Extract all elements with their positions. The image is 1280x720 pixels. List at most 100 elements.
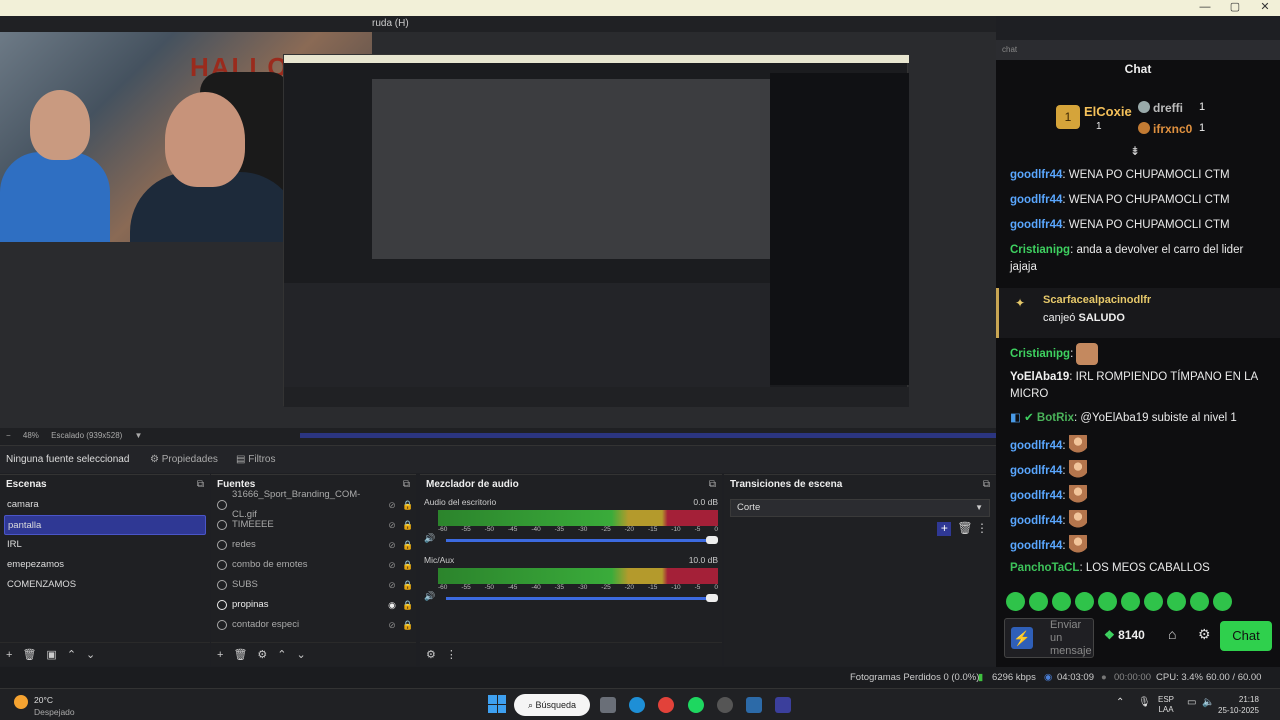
emote-icon[interactable] xyxy=(1167,592,1186,611)
slider-handle[interactable] xyxy=(706,536,718,544)
lock-icon[interactable]: 🔒 xyxy=(400,615,416,635)
chevron-down-icon[interactable]: ⌄ xyxy=(86,649,95,661)
rank-3-name[interactable]: ifrxnc0 xyxy=(1153,122,1192,136)
eye-slash-icon[interactable]: ⊘ xyxy=(384,555,400,575)
lock-icon[interactable]: 🔒 xyxy=(400,515,416,535)
eye-icon[interactable]: ◉ xyxy=(384,595,400,615)
lock-icon[interactable]: 🔒 xyxy=(400,535,416,555)
horizontal-scrollbar[interactable] xyxy=(300,433,996,438)
trash-icon[interactable]: 🗑 xyxy=(233,649,247,661)
chat-username[interactable]: goodlfr44 xyxy=(1010,440,1062,452)
scene-item-comenzamos[interactable]: COMENZAMOS xyxy=(0,575,210,595)
chat-username[interactable]: goodlfr44 xyxy=(1010,169,1062,181)
expand-leaderboard-icon[interactable]: ⇟ xyxy=(1130,144,1140,158)
store-icon[interactable]: ⌂ xyxy=(1168,626,1176,642)
source-item[interactable]: redes ⊘ 🔒 xyxy=(211,535,416,555)
lock-icon[interactable]: 🔒 xyxy=(400,575,416,595)
source-item[interactable]: combo de emotes ⊘ 🔒 xyxy=(211,555,416,575)
emote-icon[interactable] xyxy=(1006,592,1025,611)
source-item[interactable]: contador especi ⊘ 🔒 xyxy=(211,615,416,635)
source-item[interactable]: TIMEEEE ⊘ 🔒 xyxy=(211,515,416,535)
menu-help[interactable]: ruda (H) xyxy=(372,18,409,29)
spotify-icon[interactable] xyxy=(688,697,704,713)
chat-username[interactable]: Cristianipg xyxy=(1010,244,1070,256)
minimize-button[interactable]: — xyxy=(1190,0,1220,16)
volume-icon[interactable]: 🔈 xyxy=(1202,697,1214,708)
zoom-out-button[interactable]: − xyxy=(6,431,11,440)
eye-slash-icon[interactable]: ⊘ xyxy=(384,495,400,515)
gear-icon[interactable]: ⚙ xyxy=(1198,626,1211,643)
weather-widget[interactable]: 20°C Despejado xyxy=(14,693,114,719)
emote-icon[interactable] xyxy=(1029,592,1048,611)
chevron-down-icon[interactable]: ⌄ xyxy=(297,649,306,661)
chat-username[interactable]: goodlfr44 xyxy=(1010,515,1062,527)
advanced-audio-icon[interactable]: ⚙ xyxy=(426,649,436,661)
chat-username[interactable]: goodlfr44 xyxy=(1010,490,1062,502)
source-item[interactable]: 31666_Sport_Branding_COM-CL.gif ⊘ 🔒 xyxy=(211,489,416,520)
popout-icon[interactable]: ⧉ xyxy=(983,475,990,495)
maximize-button[interactable]: ▢ xyxy=(1220,0,1250,16)
streamer-app-icon[interactable] xyxy=(775,697,791,713)
source-item[interactable]: propinas ◉ 🔒 xyxy=(211,595,416,615)
add-icon[interactable]: + xyxy=(937,522,952,536)
chat-username[interactable]: Cristianipg xyxy=(1010,348,1070,360)
microphone-icon[interactable]: 🎙 xyxy=(1138,697,1151,708)
preview-canvas[interactable]: HALLOWEEN xyxy=(0,32,996,428)
app-icon[interactable] xyxy=(746,697,762,713)
eye-slash-icon[interactable]: ⊘ xyxy=(384,515,400,535)
chat-username[interactable]: goodlfr44 xyxy=(1010,194,1062,206)
speaker-icon[interactable]: 🔊 xyxy=(424,533,435,544)
edge-icon[interactable] xyxy=(629,697,645,713)
source-item[interactable]: SUBS ⊘ 🔒 xyxy=(211,575,416,595)
eye-slash-icon[interactable]: ⊘ xyxy=(384,575,400,595)
chat-input[interactable]: ⚡ Enviar un mensaje xyxy=(1004,618,1094,658)
task-view-icon[interactable] xyxy=(600,697,616,713)
scene-item-camara[interactable]: camara xyxy=(0,495,210,515)
chevron-up-icon[interactable]: ⌃ xyxy=(67,649,76,661)
emote-icon[interactable] xyxy=(1213,592,1232,611)
chat-username[interactable]: BotRix xyxy=(1037,412,1074,424)
chevron-down-icon[interactable]: ▼ xyxy=(135,431,143,440)
emote-icon[interactable] xyxy=(1098,592,1117,611)
scale-label[interactable]: Escalado (939x528) xyxy=(51,431,122,440)
lock-icon[interactable]: 🔒 xyxy=(400,495,416,515)
chat-username[interactable]: YoElAba19 xyxy=(1010,371,1069,383)
chat-username[interactable]: goodlfr44 xyxy=(1010,465,1062,477)
volume-slider[interactable]: 🔊 xyxy=(424,533,718,545)
chat-address-bar[interactable]: chat xyxy=(996,40,1280,60)
properties-button[interactable]: ⚙ Propiedades xyxy=(150,446,218,474)
channel-points[interactable]: ❖ 8140 xyxy=(1104,628,1145,642)
eye-slash-icon[interactable]: ⊘ xyxy=(384,535,400,555)
filter-icon[interactable]: ▣ xyxy=(46,649,56,661)
emote-icon[interactable] xyxy=(1052,592,1071,611)
popout-icon[interactable]: ⧉ xyxy=(709,475,716,495)
chevron-up-icon[interactable]: ⌃ xyxy=(277,649,286,661)
rank-2-name[interactable]: dreffi xyxy=(1153,101,1183,115)
emote-icon[interactable] xyxy=(1190,592,1209,611)
emote-icon[interactable] xyxy=(1121,592,1140,611)
add-icon[interactable]: + xyxy=(6,649,12,661)
trash-icon[interactable]: 🗑 xyxy=(957,521,976,535)
chevron-up-icon[interactable]: ⌃ xyxy=(1116,697,1124,708)
close-button[interactable]: ✕ xyxy=(1250,0,1280,16)
language-indicator[interactable]: ESP LAA xyxy=(1158,695,1174,715)
network-icon[interactable]: ▭ xyxy=(1187,697,1196,708)
scene-item-pantalla[interactable]: pantalla xyxy=(4,515,206,535)
rank-1-name[interactable]: ElCoxie xyxy=(1084,104,1132,119)
emote-icon[interactable] xyxy=(1144,592,1163,611)
menu-dots-icon[interactable]: ⋮ xyxy=(446,649,457,661)
volume-slider[interactable]: 🔊 xyxy=(424,591,718,603)
chat-username[interactable]: PanchoTaCL xyxy=(1010,562,1079,574)
popout-icon[interactable]: ⧉ xyxy=(197,475,204,495)
clock[interactable]: 21:18 25-10-2025 xyxy=(1218,694,1259,716)
redeem-username[interactable]: Scarfacealpacinodlfr xyxy=(1043,294,1151,306)
obs-icon[interactable] xyxy=(717,697,733,713)
chrome-icon[interactable] xyxy=(658,697,674,713)
scene-item-irl[interactable]: IRL xyxy=(0,535,210,555)
eye-slash-icon[interactable]: ⊘ xyxy=(384,615,400,635)
windows-start-icon[interactable] xyxy=(488,695,506,713)
popout-icon[interactable]: ⧉ xyxy=(403,475,410,495)
scene-item-emepezamos[interactable]: emepezamos xyxy=(0,555,210,575)
send-chat-button[interactable]: Chat xyxy=(1220,621,1272,651)
taskbar-search[interactable]: ⌕ Búsqueda xyxy=(514,694,590,716)
